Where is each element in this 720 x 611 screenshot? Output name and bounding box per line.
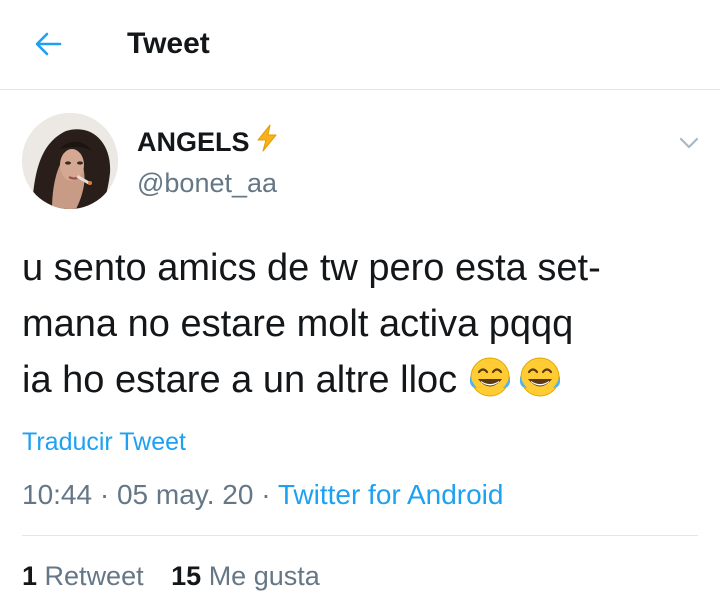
meta-separator: · [261,479,271,510]
tweet-date: 05 may. 20 [116,479,254,510]
meta-separator: · [99,479,110,510]
tweet-line: mana no estare molt activa pqqq [22,303,574,345]
tweet-line-text: ia ho estare a un altre lloc [22,359,458,401]
display-name-text: ANGELS [137,127,250,157]
emoji-group [467,354,567,416]
face-with-tears-of-joy-icon [520,357,561,397]
avatar[interactable] [22,113,118,209]
author-handle[interactable]: @bonet_aa [137,166,277,200]
tweet-line-with-emoji: ia ho estare a un altre lloc [22,352,712,416]
high-voltage-icon [252,123,282,161]
likes-stat[interactable]: 15 Me gusta [171,559,320,593]
divider [22,535,698,536]
likes-count: 15 [171,561,202,591]
translate-tweet-link[interactable]: Traducir Tweet [22,426,186,458]
face-with-tears-of-joy-icon [470,357,511,397]
tweet-text: u sento amics de tw pero esta set- mana … [22,240,712,416]
top-bar: Tweet [0,0,720,90]
profile-photo [22,113,118,209]
likes-label: Me gusta [208,561,320,591]
tweet-stats: 1 Retweet 15 Me gusta [22,559,320,593]
page-title: Tweet [127,27,210,60]
arrow-left-icon [35,32,62,56]
tweet-options-button[interactable] [676,130,702,156]
tweet-meta: 10:44 · 05 may. 20 · Twitter for Android [22,478,503,512]
chevron-down-icon [679,137,699,149]
tweet-source-link[interactable]: Twitter for Android [278,479,504,510]
back-button[interactable] [30,26,66,62]
author-display-name[interactable]: ANGELS [137,123,282,161]
retweets-stat[interactable]: 1 Retweet [22,559,144,593]
retweets-label: Retweet [44,561,144,591]
tweet-line: u sento amics de tw pero esta set- [22,247,601,289]
retweets-count: 1 [22,561,38,591]
tweet-time: 10:44 [22,479,93,510]
